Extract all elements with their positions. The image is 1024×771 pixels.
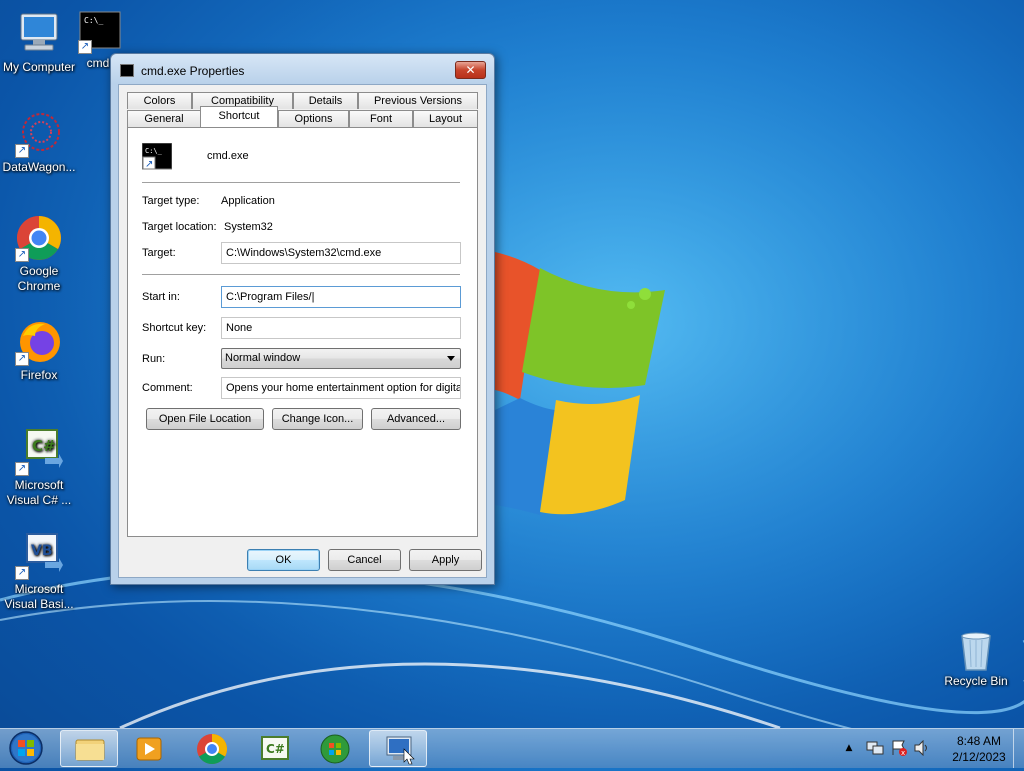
target-label: Target: xyxy=(142,247,176,259)
desktop-icon-label: DataWagon... xyxy=(2,160,76,174)
separator xyxy=(142,274,460,275)
target-location-value: System32 xyxy=(224,221,273,233)
tab-general[interactable]: General xyxy=(127,110,201,127)
desktop-icon-label: Google Chrome xyxy=(17,264,61,293)
desktop-icon-datawagon[interactable]: ↗ DataWagon... xyxy=(0,110,78,175)
folder-icon xyxy=(75,739,105,761)
clock-time: 8:48 AM xyxy=(956,734,1002,748)
tab-details[interactable]: Details xyxy=(293,92,358,109)
tab-options[interactable]: Options xyxy=(278,110,349,127)
taskbar-media-player[interactable] xyxy=(120,730,178,767)
desktop-icon-visual-csharp[interactable]: C# ↗ Microsoft Visual C# ... xyxy=(0,428,78,508)
svg-text:C:\_: C:\_ xyxy=(145,147,163,155)
desktop-icon-label: My Computer xyxy=(2,60,76,74)
separator xyxy=(142,182,460,183)
start-button[interactable] xyxy=(4,730,48,767)
shortcut-arrow-icon: ↗ xyxy=(15,462,29,476)
media-center-icon xyxy=(320,734,350,764)
advanced-button[interactable]: Advanced... xyxy=(371,408,461,430)
show-desktop-button[interactable] xyxy=(1013,729,1024,768)
file-icon: C:\_ ↗ xyxy=(141,142,173,171)
svg-text:↗: ↗ xyxy=(145,159,153,170)
dialog-title: cmd.exe Properties xyxy=(141,64,245,78)
close-button[interactable]: ✕ xyxy=(455,61,486,79)
tab-colors[interactable]: Colors xyxy=(127,92,192,109)
chrome-icon xyxy=(197,734,228,765)
run-select-value: Normal window xyxy=(225,352,301,364)
media-player-icon xyxy=(136,737,162,761)
open-file-location-button[interactable]: Open File Location xyxy=(146,408,264,430)
desktop-icon-label: Recycle Bin xyxy=(944,674,1008,688)
desktop-icon-my-computer[interactable]: My Computer xyxy=(0,10,78,75)
desktop-icon-label: Firefox xyxy=(20,368,58,382)
tab-font[interactable]: Font xyxy=(349,110,413,127)
desktop-icon-label: Microsoft Visual C# ... xyxy=(6,478,72,507)
desktop-icon-label: Microsoft Visual Basi... xyxy=(4,582,74,611)
shortcut-arrow-icon: ↗ xyxy=(15,352,29,366)
desktop-icon-google-chrome[interactable]: ↗ Google Chrome xyxy=(0,214,78,294)
comment-field[interactable]: Opens your home entertainment option for… xyxy=(221,377,461,399)
cancel-button[interactable]: Cancel xyxy=(328,549,401,571)
taskbar-google-chrome[interactable] xyxy=(183,730,241,767)
action-center-icon[interactable]: x xyxy=(890,740,908,757)
shortcut-arrow-icon: ↗ xyxy=(15,248,29,262)
desktop-icon-firefox[interactable]: ↗ Firefox xyxy=(0,318,78,383)
taskbar-windows-explorer[interactable] xyxy=(60,730,118,767)
svg-text:C#: C# xyxy=(266,742,285,756)
svg-text:VB: VB xyxy=(31,543,53,559)
file-name: cmd.exe xyxy=(207,150,249,162)
clock[interactable]: 8:48 AM 2/12/2023 xyxy=(944,733,1014,765)
apply-button[interactable]: Apply xyxy=(409,549,482,571)
network-icon[interactable] xyxy=(866,740,884,756)
desktop-icon-visual-basic[interactable]: VB ↗ Microsoft Visual Basi... xyxy=(0,532,78,612)
visual-csharp-icon: C# ↗ xyxy=(15,428,63,476)
taskbar-windows-media-center[interactable] xyxy=(306,730,364,767)
taskbar: C# ▲ x 8:48 AM 2/12/2023 xyxy=(0,728,1024,768)
tab-layout[interactable]: Layout xyxy=(413,110,478,127)
dialog-body: Colors Compatibility Details Previous Ve… xyxy=(118,84,487,578)
svg-text:C#: C# xyxy=(32,437,56,455)
firefox-icon: ↗ xyxy=(15,318,63,366)
command-prompt-icon xyxy=(120,64,134,77)
properties-dialog: cmd.exe Properties ✕ Colors Compatibilit… xyxy=(110,53,495,585)
start-in-field[interactable]: C:\Program Files/| xyxy=(221,286,461,308)
desktop-icon-recycle-bin[interactable]: Recycle Bin xyxy=(936,630,1016,689)
visual-csharp-icon: C# xyxy=(261,736,289,760)
remote-desktop-icon xyxy=(386,736,415,765)
chevron-down-icon xyxy=(447,356,455,361)
change-icon-button[interactable]: Change Icon... xyxy=(272,408,363,430)
tab-previous-versions[interactable]: Previous Versions xyxy=(358,92,478,109)
computer-icon xyxy=(15,10,63,58)
taskbar-visual-csharp[interactable]: C# xyxy=(246,730,304,767)
volume-icon[interactable] xyxy=(913,739,931,757)
shortcut-key-field[interactable]: None xyxy=(221,317,461,339)
svg-text:x: x xyxy=(901,749,905,756)
show-hidden-icons-button[interactable]: ▲ xyxy=(842,741,856,755)
dialog-title-bar[interactable]: cmd.exe Properties ✕ xyxy=(111,54,494,84)
run-label: Run: xyxy=(142,353,166,365)
svg-text:C:\_: C:\_ xyxy=(84,16,103,25)
visual-basic-icon: VB ↗ xyxy=(15,532,63,580)
target-field[interactable]: C:\Windows\System32\cmd.exe xyxy=(221,242,461,264)
target-type-value: Application xyxy=(221,195,275,207)
datawagon-icon: ↗ xyxy=(15,110,63,158)
shortcut-key-label: Shortcut key: xyxy=(142,322,207,334)
chrome-icon: ↗ xyxy=(15,214,63,262)
target-type-label: Target type: xyxy=(142,195,200,207)
shortcut-arrow-icon: ↗ xyxy=(78,40,92,54)
shortcut-arrow-icon: ↗ xyxy=(15,144,29,158)
start-in-label: Start in: xyxy=(142,291,180,303)
shortcut-tab-panel: C:\_ ↗ cmd.exe Target type: Application T… xyxy=(127,127,478,537)
tab-shortcut[interactable]: Shortcut xyxy=(200,106,278,127)
recycle-bin-icon xyxy=(956,630,996,672)
ok-button[interactable]: OK xyxy=(247,549,320,571)
comment-label: Comment: xyxy=(142,382,193,394)
target-location-label: Target location: xyxy=(142,221,217,233)
clock-date: 2/12/2023 xyxy=(952,750,1006,764)
shortcut-arrow-icon: ↗ xyxy=(15,566,29,580)
command-prompt-icon: C:\_ ↗ xyxy=(78,10,122,54)
taskbar-remote-desktop[interactable] xyxy=(369,730,427,767)
run-select[interactable]: Normal window xyxy=(221,348,461,369)
